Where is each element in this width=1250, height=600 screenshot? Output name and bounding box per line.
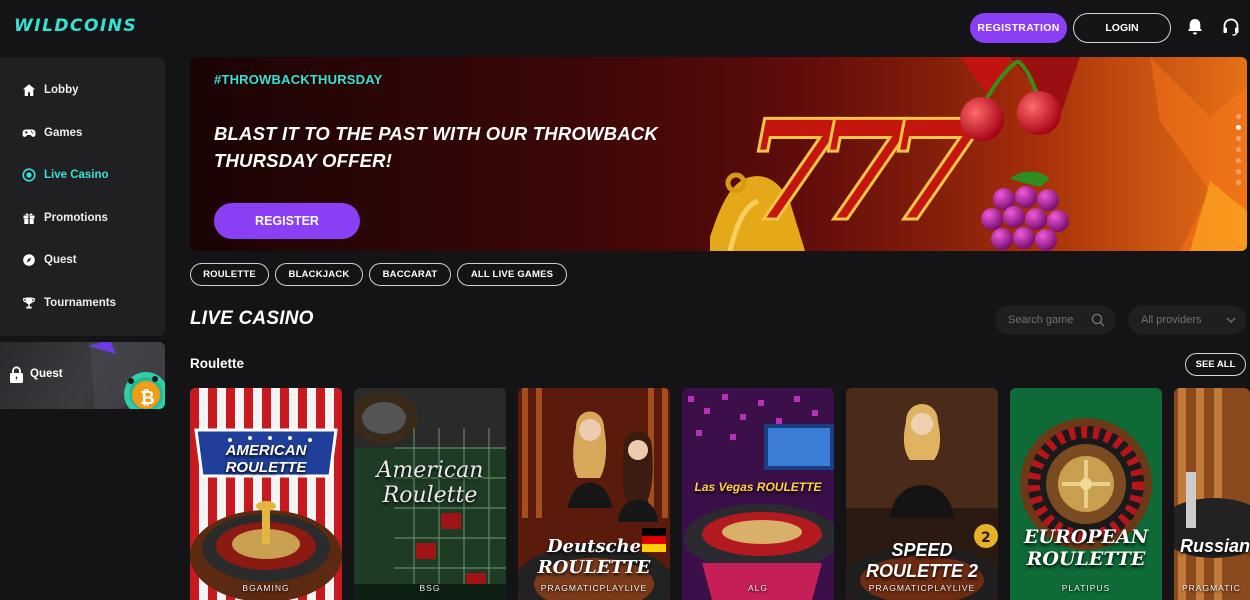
game-card-art (1174, 388, 1250, 600)
sidebar-item-label: Quest (44, 254, 77, 266)
sidebar-item-promotions[interactable]: Promotions (22, 208, 108, 228)
game-card-las-vegas-roulette[interactable]: Las Vegas ROULETTE ALG (682, 388, 834, 600)
headset-icon[interactable] (1221, 17, 1241, 37)
sidebar-item-games[interactable]: Games (22, 123, 82, 143)
gift-icon (23, 213, 35, 224)
see-all-button[interactable]: SEE ALL (1185, 353, 1246, 376)
game-card-american-roulette-bsg[interactable]: American Roulette BSG (354, 388, 506, 600)
registration-button[interactable]: REGISTRATION (970, 13, 1067, 43)
banner-title: BLAST IT TO THE PAST WITH OUR THROWBACK … (214, 123, 658, 171)
game-card-provider: PLATIPUS (1061, 583, 1111, 593)
game-card-deutsche-roulette[interactable]: Deutsche ROULETTE PRAGMATICPLAYLIVE (518, 388, 670, 600)
wildcoins-logo[interactable]: WILDCOINS (14, 16, 137, 36)
section-title: LIVE CASINO (190, 308, 314, 329)
game-card-european-roulette[interactable]: EUROPEAN ROULETTE PLATIPUS (1010, 388, 1162, 600)
sidebar-item-label: Lobby (44, 84, 79, 96)
search-icon (1091, 313, 1105, 327)
game-card-title: Las Vegas ROULETTE (694, 480, 822, 494)
carousel-dots (1236, 114, 1241, 185)
game-card-provider: BSG (419, 583, 441, 593)
sidebar-item-label: Tournaments (44, 297, 116, 309)
bell-icon[interactable] (1185, 17, 1205, 37)
sidebar-item-label: Promotions (44, 212, 108, 224)
promo-banner[interactable]: 7 7 7 #THROWBACKTHURSDAY BLAST IT TO THE… (190, 57, 1247, 251)
roulette-row-title: Roulette (190, 356, 244, 371)
carousel-dot[interactable] (1236, 136, 1241, 141)
game-card-speed-roulette[interactable]: 2 SPEED ROULETTE 2 PRAGMATICPLAYLIVE (846, 388, 998, 600)
carousel-dot[interactable] (1236, 169, 1241, 174)
game-card-provider: ALG (747, 583, 768, 593)
svg-text:₿: ₿ (140, 388, 155, 409)
providers-selected: All providers (1141, 314, 1202, 326)
quest-card-art: ₿ (88, 342, 165, 409)
banner-slot-art: 7 7 7 (710, 57, 1247, 251)
game-card-russian-roulette[interactable]: Russian ROU PRAGMATIC (1174, 388, 1250, 600)
carousel-dot[interactable] (1236, 114, 1241, 119)
banner-register-button[interactable]: REGISTER (214, 203, 360, 239)
trophy-icon (23, 297, 35, 309)
home-icon (23, 84, 35, 96)
chip-blackjack[interactable]: BLACKJACK (275, 263, 363, 286)
sidebar-item-label: Live Casino (44, 169, 109, 181)
sidebar-item-label: Games (44, 127, 83, 139)
chevron-down-icon (1226, 317, 1236, 323)
game-card-title: EUROPEAN ROULETTE (1023, 526, 1149, 570)
sidebar: Lobby Games Live Casino Promotions Quest… (0, 57, 165, 336)
sidebar-item-quest[interactable]: Quest (22, 250, 77, 270)
quest-icon (23, 254, 35, 266)
carousel-dot-active[interactable] (1236, 125, 1241, 130)
lock-icon (10, 366, 23, 383)
carousel-dot[interactable] (1236, 180, 1241, 185)
game-card-american-roulette[interactable]: AMERICAN ROULETTE BGAMING (190, 388, 342, 600)
search-game-input[interactable]: Search game (995, 305, 1116, 335)
game-card-provider: PRAGMATIC (1182, 583, 1241, 593)
quest-card-label: Quest (30, 368, 63, 380)
carousel-dot[interactable] (1236, 147, 1241, 152)
chip-roulette[interactable]: ROULETTE (190, 263, 269, 286)
carousel-dot[interactable] (1236, 158, 1241, 163)
game-card-provider: PRAGMATICPLAYLIVE (868, 583, 976, 593)
chip-baccarat[interactable]: BACCARAT (369, 263, 451, 286)
game-card-title: Deutsche ROULETTE (537, 536, 651, 578)
live-icon (22, 168, 36, 182)
banner-tag: #THROWBACKTHURSDAY (214, 72, 383, 87)
game-card-title: SPEED ROULETTE 2 (865, 540, 978, 581)
quest-promo-card[interactable]: ₿ Quest (0, 342, 165, 409)
game-card-art (682, 388, 834, 600)
providers-dropdown[interactable]: All providers (1128, 305, 1246, 335)
top-header: WILDCOINS REGISTRATION LOGIN (0, 0, 1250, 57)
gamepad-icon (22, 129, 36, 137)
login-button[interactable]: LOGIN (1073, 13, 1171, 43)
game-card-title: American Roulette (376, 458, 484, 508)
game-card-provider: BGAMING (242, 583, 290, 593)
game-card-title: Russian ROU (1180, 536, 1250, 556)
game-card-title: AMERICAN ROULETTE (225, 442, 307, 476)
sidebar-item-tournaments[interactable]: Tournaments (22, 293, 116, 313)
sidebar-item-live-casino[interactable]: Live Casino (22, 165, 109, 185)
game-card-art (190, 388, 342, 600)
sidebar-item-lobby[interactable]: Lobby (22, 80, 79, 100)
game-card-provider: PRAGMATICPLAYLIVE (540, 583, 648, 593)
search-placeholder: Search game (1008, 314, 1074, 326)
chip-all-live-games[interactable]: ALL LIVE GAMES (457, 263, 567, 286)
